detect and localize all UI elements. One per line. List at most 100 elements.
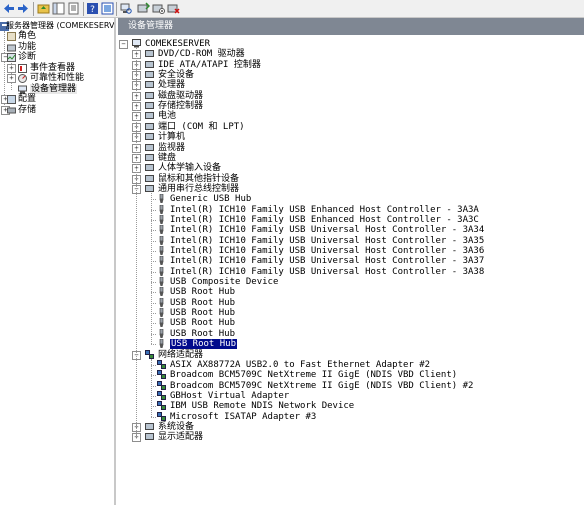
usb-plug-icon bbox=[157, 235, 166, 245]
device-category-icon bbox=[145, 153, 154, 162]
tree-connector bbox=[151, 240, 156, 242]
device-category-icon bbox=[145, 132, 154, 141]
tree-connector bbox=[151, 209, 156, 211]
device-tree-label: Generic USB Hub bbox=[170, 194, 252, 205]
tree-connector bbox=[151, 416, 156, 418]
up-folder-icon[interactable] bbox=[37, 2, 50, 15]
show-hide-tree-icon[interactable] bbox=[52, 2, 65, 15]
expand-toggle[interactable]: + bbox=[7, 74, 16, 83]
storage-icon bbox=[7, 106, 16, 115]
device-tree-label: IBM USB Remote NDIS Network Device bbox=[170, 401, 355, 412]
tree-item-label: 服务器管理器 (COMEKESERVER) bbox=[6, 21, 115, 30]
device-tree-label: 监视器 bbox=[158, 142, 186, 153]
tree-item-label: 角色 bbox=[18, 31, 37, 41]
properties-icon[interactable] bbox=[67, 2, 80, 15]
uninstall-device-icon[interactable] bbox=[167, 2, 180, 15]
tree-item-label: 诊断 bbox=[18, 52, 37, 62]
device-tree-label: Intel(R) ICH10 Family USB Universal Host… bbox=[170, 235, 485, 246]
tree-connector bbox=[151, 292, 156, 294]
device-tree-label: 通用串行总线控制器 bbox=[158, 183, 240, 194]
device-manager-icon bbox=[18, 85, 27, 94]
usb-plug-icon bbox=[157, 338, 166, 349]
usb-plug-icon bbox=[157, 276, 166, 287]
view-icon[interactable] bbox=[101, 2, 114, 15]
tree-connector bbox=[151, 219, 156, 221]
usb-plug-icon bbox=[157, 245, 166, 255]
usb-plug-icon bbox=[157, 287, 166, 297]
device-tree-label: USB Root Hub bbox=[170, 297, 236, 308]
device-category-icon bbox=[145, 49, 154, 58]
tree-connector bbox=[151, 375, 156, 377]
device-tree-label: USB Root Hub bbox=[170, 308, 236, 319]
device-tree-label: Intel(R) ICH10 Family USB Enhanced Host … bbox=[170, 214, 479, 225]
device-tree-label: DVD/CD-ROM 驱动器 bbox=[158, 49, 245, 60]
device-category-icon bbox=[145, 60, 154, 69]
device-tree-label: USB Composite Device bbox=[170, 277, 279, 288]
device-tree-label: 存储控制器 bbox=[158, 101, 204, 112]
device-tree-label: 显示适配器 bbox=[158, 432, 204, 443]
device-tree-label: Intel(R) ICH10 Family USB Universal Host… bbox=[170, 256, 485, 267]
device-tree-label: USB Root Hub bbox=[170, 318, 236, 329]
device-category-icon bbox=[145, 91, 154, 100]
device-category-icon bbox=[145, 101, 154, 110]
usb-plug-icon bbox=[157, 193, 166, 204]
tree-connector bbox=[151, 344, 156, 346]
reliability-icon bbox=[18, 74, 27, 83]
device-category-icon bbox=[145, 163, 154, 172]
expand-toggle[interactable]: + bbox=[7, 64, 16, 73]
disable-device-icon[interactable] bbox=[152, 2, 165, 15]
computer-icon bbox=[132, 39, 141, 48]
device-tree-label: 安全设备 bbox=[158, 70, 195, 81]
tree-item-label: 存储 bbox=[18, 105, 37, 115]
network-adapter-icon bbox=[157, 411, 166, 421]
tree-connector bbox=[151, 192, 152, 345]
collapse-toggle[interactable]: − bbox=[119, 40, 128, 49]
tree-item-label: 事件查看器 bbox=[30, 63, 76, 73]
tree-connector bbox=[151, 395, 156, 397]
diagnostics-icon bbox=[7, 53, 16, 62]
update-driver-icon[interactable] bbox=[137, 2, 151, 15]
tree-connector bbox=[151, 333, 156, 335]
usb-plug-icon bbox=[157, 307, 166, 318]
device-tree-label: 处理器 bbox=[158, 80, 186, 91]
device-tree-label: IDE ATA/ATAPI 控制器 bbox=[158, 59, 261, 70]
device-tree-label: Broadcom BCM5709C NetXtreme II GigE (NDI… bbox=[170, 370, 458, 381]
tree-connector bbox=[151, 313, 156, 315]
tree-item-label: 功能 bbox=[18, 42, 37, 52]
back-arrow-icon[interactable] bbox=[2, 2, 15, 15]
svg-text:?: ? bbox=[90, 5, 95, 15]
tree-connector bbox=[151, 302, 156, 304]
tree-connector bbox=[136, 48, 137, 438]
usb-plug-icon bbox=[157, 224, 166, 235]
tree-connector bbox=[151, 406, 156, 408]
scan-hardware-icon[interactable] bbox=[119, 2, 132, 15]
usb-plug-icon bbox=[157, 266, 166, 276]
tree-connector bbox=[151, 251, 156, 252]
usb-plug-icon bbox=[157, 256, 166, 266]
toolbar-separator bbox=[33, 2, 34, 16]
help-icon[interactable]: ? bbox=[86, 2, 99, 15]
device-tree-label: Broadcom BCM5709C NetXtreme II GigE (NDI… bbox=[170, 380, 474, 391]
usb-plug-icon bbox=[157, 328, 166, 338]
device-category-icon bbox=[145, 111, 154, 120]
device-tree-label: 鼠标和其他指针设备 bbox=[158, 173, 240, 184]
device-tree-label: 端口 (COM 和 LPT) bbox=[158, 121, 245, 132]
tree-connector bbox=[151, 230, 156, 232]
toolbar-separator bbox=[116, 2, 117, 16]
network-adapter-icon bbox=[157, 390, 166, 400]
device-tree-label: Intel(R) ICH10 Family USB Universal Host… bbox=[170, 225, 485, 236]
device-tree-label: 网络适配器 bbox=[158, 349, 204, 360]
forward-arrow-icon[interactable] bbox=[17, 2, 30, 15]
device-tree-label: USB Root Hub bbox=[170, 339, 238, 350]
device-category-icon bbox=[145, 70, 154, 79]
toolbar: ? bbox=[0, 0, 584, 18]
device-category-icon bbox=[145, 143, 154, 152]
usb-plug-icon bbox=[157, 214, 166, 224]
device-tree-label: 磁盘驱动器 bbox=[158, 90, 204, 101]
device-tree-label: Intel(R) ICH10 Family USB Enhanced Host … bbox=[170, 204, 479, 215]
tree-item-label: 配置 bbox=[18, 94, 37, 104]
tree-item-label: 可靠性和性能 bbox=[30, 73, 85, 83]
network-adapter-icon bbox=[145, 349, 154, 359]
navigation-tree-pane: 服务器管理器 (COMEKESERVER) 角色 功能 − 诊断 + 事件查看器… bbox=[0, 18, 116, 505]
network-adapter-icon bbox=[157, 380, 166, 390]
